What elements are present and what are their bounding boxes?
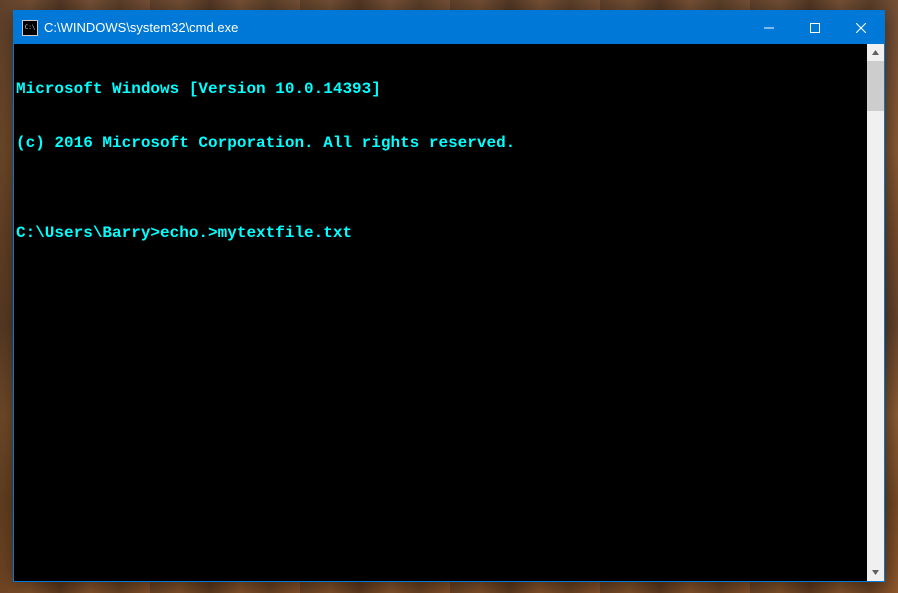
scroll-down-button[interactable] bbox=[867, 564, 884, 581]
minimize-button[interactable] bbox=[746, 11, 792, 44]
app-icon bbox=[22, 20, 38, 36]
scroll-up-button[interactable] bbox=[867, 44, 884, 61]
window-title: C:\WINDOWS\system32\cmd.exe bbox=[44, 20, 746, 35]
console-line: C:\Users\Barry>echo.>mytextfile.txt bbox=[16, 224, 865, 242]
scroll-thumb[interactable] bbox=[867, 61, 884, 111]
titlebar[interactable]: C:\WINDOWS\system32\cmd.exe bbox=[14, 11, 884, 44]
console-body: Microsoft Windows [Version 10.0.14393] (… bbox=[14, 44, 884, 581]
window-controls bbox=[746, 11, 884, 44]
console-content[interactable]: Microsoft Windows [Version 10.0.14393] (… bbox=[14, 44, 867, 581]
close-button[interactable] bbox=[838, 11, 884, 44]
vertical-scrollbar bbox=[867, 44, 884, 581]
maximize-button[interactable] bbox=[792, 11, 838, 44]
scroll-track[interactable] bbox=[867, 61, 884, 564]
cmd-window: C:\WINDOWS\system32\cmd.exe Microsoft Wi… bbox=[13, 10, 885, 582]
console-line: Microsoft Windows [Version 10.0.14393] bbox=[16, 80, 865, 98]
console-line: (c) 2016 Microsoft Corporation. All righ… bbox=[16, 134, 865, 152]
